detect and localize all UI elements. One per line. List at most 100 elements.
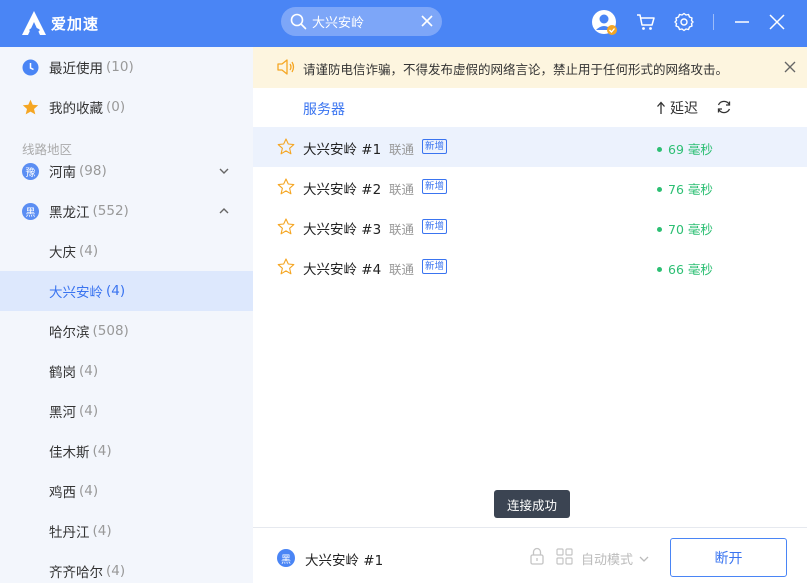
disconnect-button[interactable]: 断开 [670, 538, 787, 577]
sidebar-item-label: 黑河 [49, 405, 76, 421]
server-latency: 66 毫秒 [657, 259, 713, 278]
chevron-down-icon[interactable] [218, 165, 230, 177]
province-badge: 豫 [22, 162, 39, 180]
star-icon [22, 99, 39, 114]
server-name: 大兴安岭 #4 [303, 262, 382, 278]
sidebar-item-label: 最近使用 [49, 61, 103, 77]
server-latency: 70 毫秒 [657, 219, 713, 238]
sidebar-item-favorites[interactable]: 我的收藏 (0) [0, 87, 253, 127]
current-province-badge: 黑 [277, 549, 295, 567]
clear-search-icon[interactable] [420, 14, 434, 28]
latency-value: 69 毫秒 [668, 142, 713, 157]
sidebar-item-city[interactable]: 鹤岗 (4) [0, 351, 253, 391]
cart-icon[interactable] [636, 12, 656, 32]
server-name: 大兴安岭 #1 [303, 142, 382, 158]
status-dot [657, 187, 662, 192]
favorite-star-icon[interactable] [277, 178, 295, 195]
server-isp: 联通 [389, 182, 415, 197]
favorite-star-icon[interactable] [277, 218, 295, 235]
server-row[interactable]: 大兴安岭 #2 联通 新增 76 毫秒 [253, 167, 807, 207]
region-sidebar: 最近使用 (10) 我的收藏 (0) 线路地区 豫 河南 (98) 黑 黑龙江 … [0, 47, 253, 583]
server-isp: 联通 [389, 222, 415, 237]
search-input[interactable] [312, 7, 412, 36]
sidebar-item-label: 鸡西 [49, 485, 76, 501]
server-isp: 联通 [389, 142, 415, 157]
sidebar-item-province-henan[interactable]: 豫 河南 (98) [0, 151, 253, 191]
new-badge: 新增 [422, 259, 448, 274]
column-header-server: 服务器 [303, 102, 345, 118]
sidebar-item-label: 鹤岗 [49, 365, 76, 381]
notice-banner: 请谨防电信诈骗，不得发布虚假的网络言论，禁止用于任何形式的网络攻击。 [253, 47, 807, 88]
latency-value: 70 毫秒 [668, 222, 713, 237]
speaker-icon [277, 59, 295, 75]
sidebar-item-label: 黑龙江 [49, 205, 90, 221]
server-latency: 76 毫秒 [657, 179, 713, 198]
sidebar-item-recent[interactable]: 最近使用 (10) [0, 47, 253, 87]
latency-value: 76 毫秒 [668, 182, 713, 197]
province-badge: 黑 [22, 202, 39, 220]
sidebar-item-count: (552) [92, 203, 129, 219]
refresh-icon[interactable] [716, 99, 732, 115]
status-dot [657, 147, 662, 152]
connection-footer: 黑 大兴安岭 #1 自动模式 断开 [253, 527, 807, 583]
logo-icon [22, 11, 46, 35]
lock-icon[interactable] [529, 547, 545, 565]
header-divider [713, 14, 714, 30]
sidebar-item-city[interactable]: 牡丹江 (4) [0, 511, 253, 551]
sidebar-item-city[interactable]: 大庆 (4) [0, 231, 253, 271]
sidebar-item-label: 河南 [49, 165, 76, 181]
sidebar-item-label: 大庆 [49, 245, 76, 261]
sidebar-item-label: 大兴安岭 [49, 285, 103, 301]
close-window-icon[interactable] [767, 12, 787, 32]
sidebar-item-city[interactable]: 齐齐哈尔 (4) [0, 551, 253, 583]
search-icon [290, 13, 307, 30]
sidebar-item-count: (4) [106, 563, 126, 579]
sidebar-item-count: (508) [92, 323, 129, 339]
server-row[interactable]: 大兴安岭 #1 联通 新增 69 毫秒 [253, 127, 807, 167]
sidebar-item-city[interactable]: 鸡西 (4) [0, 471, 253, 511]
notice-text: 请谨防电信诈骗，不得发布虚假的网络言论，禁止用于任何形式的网络攻击。 [303, 62, 729, 77]
sidebar-item-label: 齐齐哈尔 [49, 565, 103, 581]
search-box[interactable] [281, 7, 442, 36]
sidebar-item-label: 哈尔滨 [49, 325, 90, 341]
sidebar-item-city[interactable]: 哈尔滨 (508) [0, 311, 253, 351]
minimize-icon[interactable] [732, 12, 752, 32]
latency-value: 66 毫秒 [668, 262, 713, 277]
mode-grid-icon [556, 548, 573, 565]
mode-select[interactable]: 自动模式 [581, 549, 649, 568]
sidebar-item-count: (4) [79, 403, 99, 419]
sidebar-item-count: (98) [79, 163, 107, 179]
server-row[interactable]: 大兴安岭 #3 联通 新增 70 毫秒 [253, 207, 807, 247]
favorite-star-icon[interactable] [277, 258, 295, 275]
server-list-header: 服务器 延迟 [253, 88, 807, 127]
sort-by-latency[interactable]: 延迟 [656, 98, 698, 118]
sidebar-item-label: 佳木斯 [49, 445, 90, 461]
sidebar-item-count: (4) [79, 243, 99, 259]
sidebar-item-city-selected[interactable]: 大兴安岭 (4) [0, 271, 253, 311]
chevron-up-icon[interactable] [218, 205, 230, 217]
server-latency: 69 毫秒 [657, 139, 713, 158]
sidebar-item-city[interactable]: 黑河 (4) [0, 391, 253, 431]
status-dot [657, 227, 662, 232]
settings-gear-icon[interactable] [674, 12, 694, 32]
sidebar-item-city[interactable]: 佳木斯 (4) [0, 431, 253, 471]
current-server-name: 大兴安岭 #1 [305, 553, 384, 569]
mode-label: 自动模式 [581, 553, 634, 568]
server-isp: 联通 [389, 262, 415, 277]
favorite-star-icon[interactable] [277, 138, 295, 155]
sort-arrow-up-icon [657, 101, 665, 114]
sidebar-item-count: (4) [92, 443, 112, 459]
app-logo: 爱加速 [21, 10, 99, 36]
column-header-latency: 延迟 [670, 101, 698, 117]
close-notice-icon[interactable] [784, 61, 796, 73]
user-avatar-icon[interactable] [591, 9, 619, 37]
new-badge: 新增 [422, 219, 448, 234]
clock-icon [22, 59, 39, 75]
sidebar-item-count: (4) [79, 363, 99, 379]
app-name: 爱加速 [51, 14, 100, 33]
server-row[interactable]: 大兴安岭 #4 联通 新增 66 毫秒 [253, 247, 807, 287]
sidebar-item-count: (10) [106, 59, 134, 75]
server-name: 大兴安岭 #2 [303, 182, 382, 198]
sidebar-item-province-heilongjiang[interactable]: 黑 黑龙江 (552) [0, 191, 253, 231]
toast-message: 连接成功 [494, 490, 570, 518]
